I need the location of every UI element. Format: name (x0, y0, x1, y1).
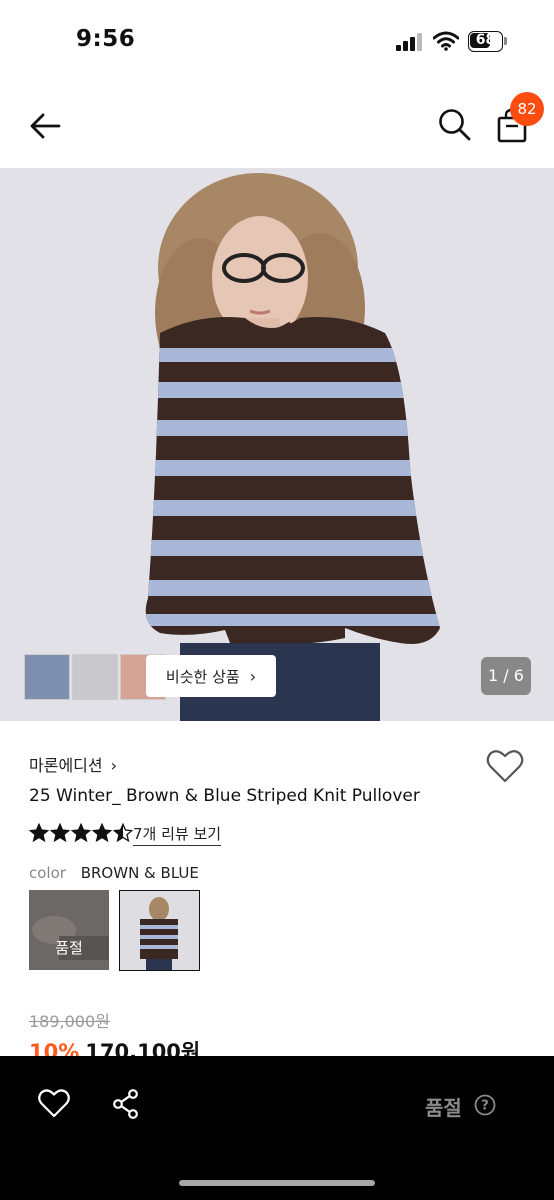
product-title: 25 Winter_ Brown & Blue Striped Knit Pul… (29, 786, 420, 806)
heart-outline-icon[interactable] (486, 748, 524, 784)
arrow-left-icon[interactable] (26, 106, 66, 146)
share-icon[interactable] (112, 1089, 140, 1119)
gallery-thumbnail[interactable] (72, 654, 118, 700)
status-time: 9:56 (76, 26, 136, 52)
color-selector: color BROWN & BLUE (29, 864, 199, 882)
star-icon (29, 822, 49, 843)
chevron-right-icon: › (110, 756, 118, 775)
battery-indicator: 68 (468, 31, 508, 52)
wifi-icon (433, 31, 459, 51)
sale-price-row: 10% 170,100원 (29, 1036, 200, 1058)
cellular-signal-icon (396, 33, 422, 51)
review-link[interactable]: 7개 리뷰 보기 (133, 823, 222, 846)
star-icon (50, 822, 70, 843)
bottom-action-bar: 품절 ? (0, 1056, 554, 1200)
battery-level: 68 (475, 32, 496, 48)
star-icon (71, 822, 91, 843)
soldout-label: 품절 (55, 939, 83, 957)
soldout-status: 품절 (425, 1096, 462, 1120)
product-image-gallery[interactable]: 비슷한 상품 › 1 / 6 (0, 168, 554, 721)
soldout-overlay: 품절 (29, 890, 109, 970)
color-swatch-selected[interactable] (119, 890, 200, 971)
chevron-right-icon: › (249, 666, 257, 686)
question-circle-icon[interactable]: ? (474, 1094, 496, 1116)
original-price: 189,000원 (29, 1012, 110, 1031)
star-icon (92, 822, 112, 843)
heart-outline-icon[interactable] (38, 1088, 70, 1118)
brand-link[interactable]: 마론에디션 › (29, 752, 117, 776)
status-bar: 9:56 68 (0, 0, 554, 84)
star-icon (113, 822, 133, 843)
svg-text:?: ? (481, 1099, 489, 1114)
similar-products-button[interactable]: 비슷한 상품 › (146, 655, 276, 697)
color-label: color (29, 864, 66, 882)
product-photo (0, 168, 554, 721)
cart-count-badge: 82 (510, 92, 544, 126)
search-icon[interactable] (436, 106, 472, 142)
color-value: BROWN & BLUE (80, 864, 199, 882)
rating-stars (29, 822, 134, 844)
gallery-thumbnail[interactable] (24, 654, 70, 700)
image-counter: 1 / 6 (481, 657, 531, 695)
similar-products-label: 비슷한 상품 (165, 667, 240, 686)
brand-name: 마론에디션 (29, 756, 103, 775)
top-nav-bar: 82 (0, 84, 554, 168)
home-indicator (179, 1180, 375, 1186)
swatch-photo (120, 891, 199, 970)
color-swatch-soldout[interactable]: 품절 (29, 890, 109, 970)
